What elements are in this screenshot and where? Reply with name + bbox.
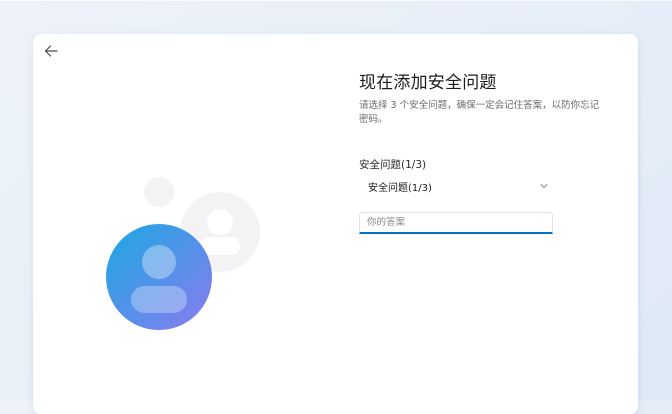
security-question-selected: 安全问题(1/3) — [368, 182, 432, 194]
security-question-label: 安全问题(1/3) — [359, 159, 427, 171]
back-arrow-icon — [44, 45, 58, 57]
window-top-edge — [0, 0, 672, 1]
answer-input[interactable] — [359, 212, 553, 234]
back-button[interactable] — [41, 41, 61, 61]
page-title: 现在添加安全问题 — [359, 73, 497, 93]
page-subtitle: 请选择 3 个安全问题，确保一定会记住答案，以防你忘记密码。 — [359, 100, 600, 125]
chevron-down-icon — [539, 181, 549, 191]
security-question-dropdown[interactable]: 安全问题(1/3) — [359, 176, 551, 196]
